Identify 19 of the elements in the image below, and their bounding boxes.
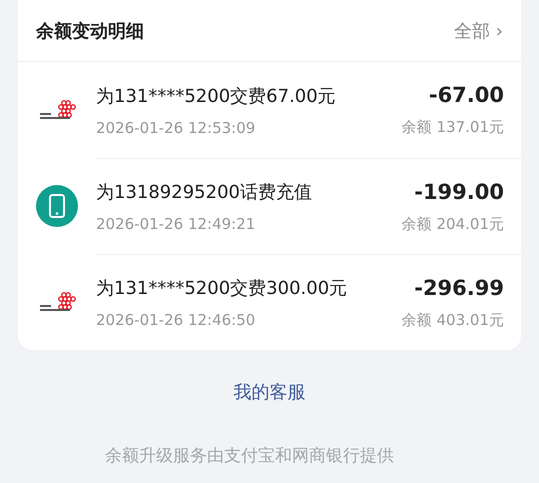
amount: -67.00 xyxy=(428,83,504,107)
logo-icon xyxy=(38,99,76,121)
logo-icon xyxy=(38,291,76,313)
transaction-title: 为131****5200交费300.00元 xyxy=(96,277,348,300)
amount: -296.99 xyxy=(414,276,504,300)
phone-icon xyxy=(36,185,78,227)
card-title: 余额变动明细 xyxy=(36,20,144,42)
transaction-time: 2026-01-26 12:53:09 xyxy=(96,118,256,136)
customer-service-link[interactable]: 我的客服 xyxy=(234,380,306,404)
transaction-title: 为131****5200交费67.00元 xyxy=(96,84,336,108)
amount: -199.00 xyxy=(414,180,504,204)
balance: 余额 403.01元 xyxy=(402,310,504,330)
transaction-time: 2026-01-26 12:49:21 xyxy=(96,215,256,233)
footer-note: 余额升级服务由支付宝和网商银行提供 xyxy=(105,445,394,467)
filter-link[interactable]: 全部 › xyxy=(454,18,503,42)
balance: 余额 204.01元 xyxy=(402,214,504,234)
transaction-time: 2026-01-26 12:46:50 xyxy=(96,311,256,329)
transaction-title: 为13189295200话费充值 xyxy=(96,181,312,204)
balance: 余额 137.01元 xyxy=(402,118,504,137)
